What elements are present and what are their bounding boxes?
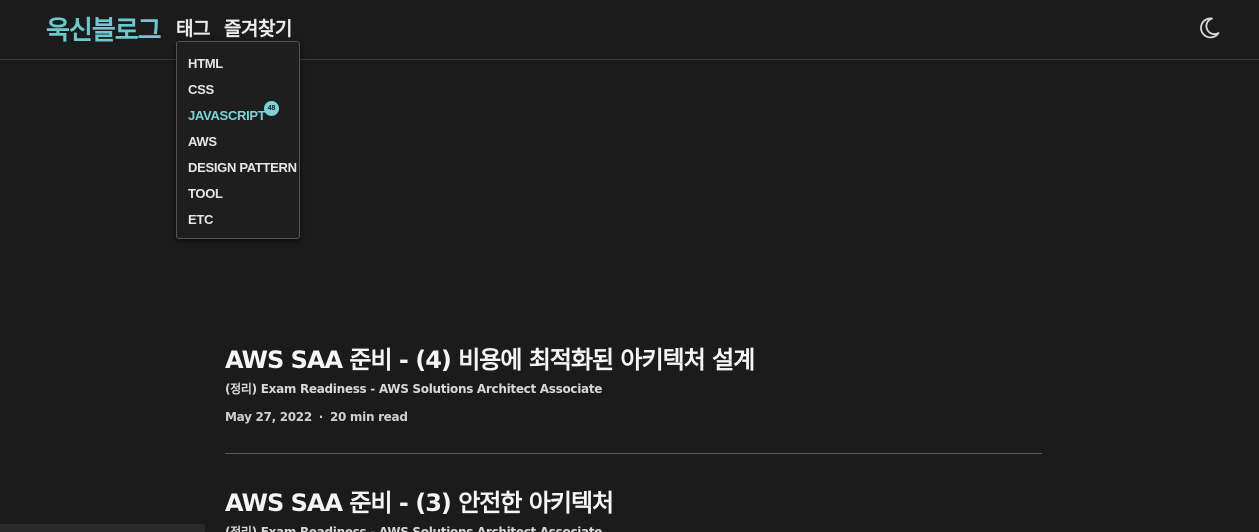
post-title[interactable]: AWS SAA 준비 - (3) 안전한 아키텍처 xyxy=(225,483,1042,518)
nav-favorites[interactable]: 즐겨찾기 xyxy=(224,14,292,41)
tag-item-css[interactable]: CSS xyxy=(188,82,214,97)
meta-separator: · xyxy=(318,410,324,424)
post-description: (정리) Exam Readiness - AWS Solutions Arch… xyxy=(225,382,603,396)
post-title[interactable]: AWS SAA 준비 - (4) 비용에 최적화된 아키텍처 설계 xyxy=(225,340,1042,375)
post-meta: May 27, 2022 · 20 min read xyxy=(225,410,1042,424)
post-item: AWS SAA 준비 - (4) 비용에 최적화된 아키텍처 설계 (정리) E… xyxy=(225,340,1042,424)
post-divider xyxy=(225,453,1042,454)
tag-item-javascript[interactable]: JAVASCRIPT xyxy=(188,108,266,123)
post-item: AWS SAA 준비 - (3) 안전한 아키텍처 (정리) Exam Read… xyxy=(225,483,1042,532)
tag-item-html[interactable]: HTML xyxy=(188,56,223,71)
page: 욱신블로그 태그 즐겨찾기 HTML CSS JAVASCRIPT 48 AWS… xyxy=(0,0,1259,532)
post-date: May 27, 2022 xyxy=(225,410,312,424)
tag-count-badge: 48 xyxy=(264,101,279,116)
moon-icon[interactable] xyxy=(1196,15,1222,41)
post-description: (정리) Exam Readiness - AWS Solutions Arch… xyxy=(225,525,603,532)
post-read-time: 20 min read xyxy=(329,410,408,424)
tag-item-tool[interactable]: TOOL xyxy=(188,186,223,201)
tag-item-aws[interactable]: AWS xyxy=(188,134,217,149)
browser-status-bar xyxy=(0,524,205,532)
nav-tags[interactable]: 태그 xyxy=(176,14,210,41)
tag-item-design-pattern[interactable]: DESIGN PATTERN xyxy=(188,160,297,175)
tag-item-etc[interactable]: ETC xyxy=(188,212,213,227)
tag-dropdown: HTML CSS JAVASCRIPT 48 AWS DESIGN PATTER… xyxy=(176,41,300,239)
site-logo[interactable]: 욱신블로그 xyxy=(46,10,162,47)
